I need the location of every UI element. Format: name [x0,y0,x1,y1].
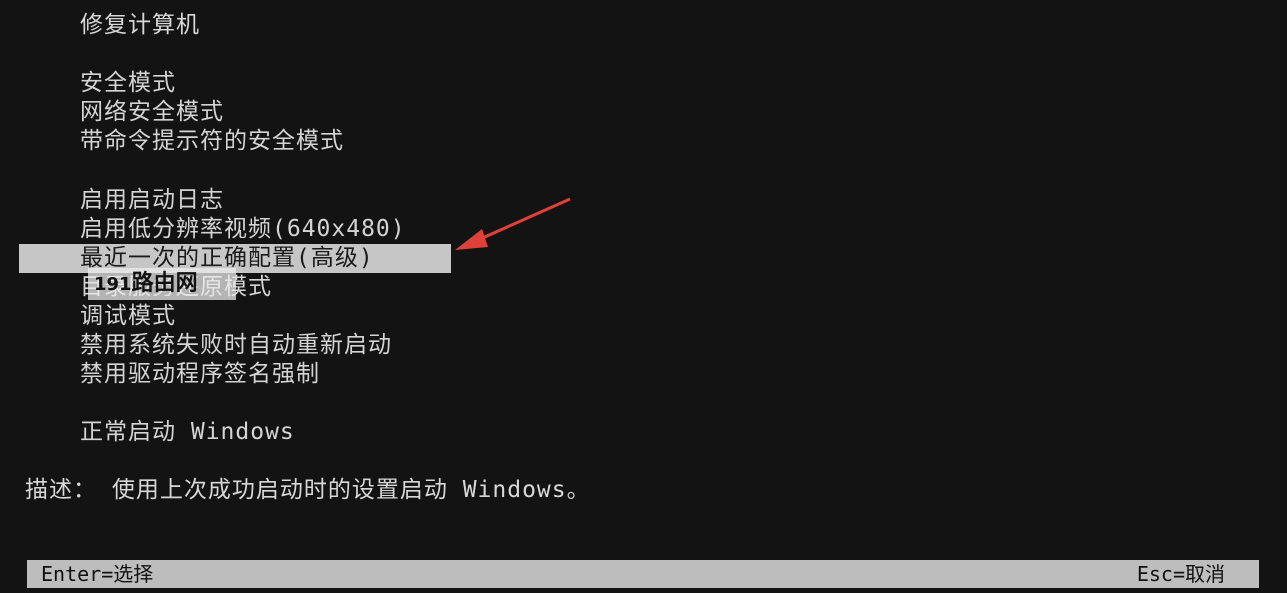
enter-select-hint[interactable]: Enter=选择 [41,560,153,588]
watermark-logo: 191路由网 [88,268,236,300]
menu-item-debugging-mode[interactable]: 调试模式 [80,302,176,331]
menu-item-safe-mode-command-prompt[interactable]: 带命令提示符的安全模式 [80,127,344,156]
menu-item-safe-mode-networking[interactable]: 网络安全模式 [80,98,224,127]
watermark-text: 路由网 [131,271,198,296]
menu-item-disable-driver-signature[interactable]: 禁用驱动程序签名强制 [80,360,320,389]
menu-item-boot-logging[interactable]: 启用启动日志 [80,186,224,215]
repair-computer-option[interactable]: 修复计算机 [80,11,200,40]
watermark-number: 191 [94,274,132,295]
description-text: 描述： 使用上次成功启动时的设置启动 Windows。 [25,477,591,503]
footer-key-hints: Enter=选择 Esc=取消 [27,560,1259,588]
menu-item-disable-auto-restart[interactable]: 禁用系统失败时自动重新启动 [80,331,392,360]
menu-item-safe-mode[interactable]: 安全模式 [80,69,176,98]
menu-item-low-resolution-video[interactable]: 启用低分辨率视频(640x480) [80,215,406,244]
menu-item-start-normally[interactable]: 正常启动 Windows [80,418,295,447]
esc-cancel-hint[interactable]: Esc=取消 [1137,560,1225,588]
